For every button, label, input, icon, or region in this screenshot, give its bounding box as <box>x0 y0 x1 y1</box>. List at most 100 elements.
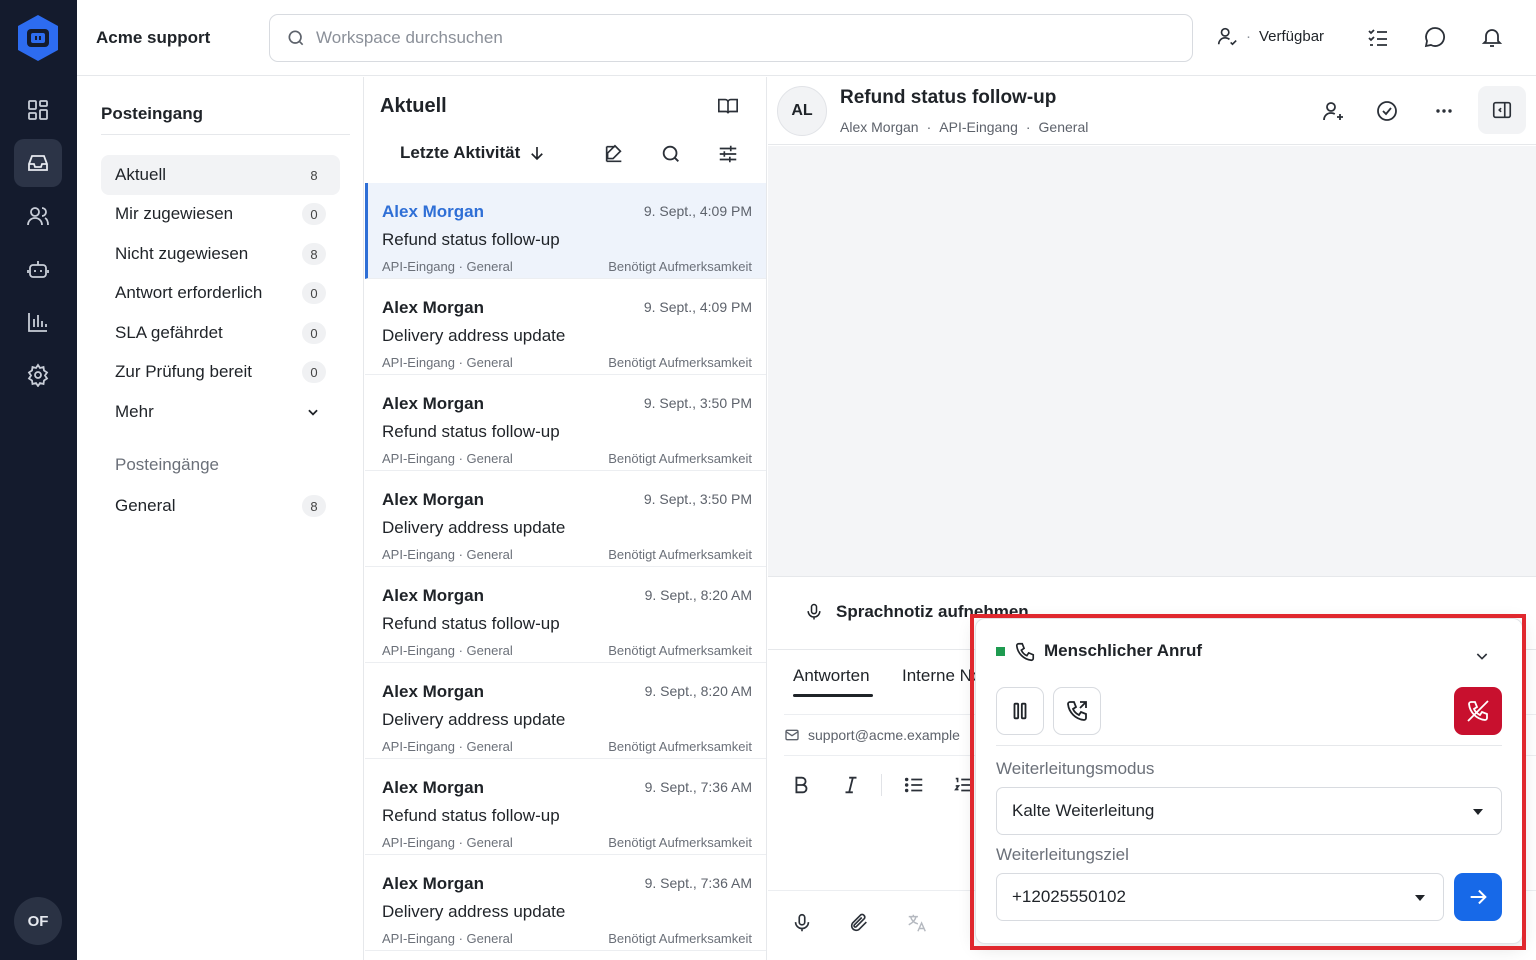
active-tab-indicator <box>793 694 873 697</box>
conversation-contact: Alex Morgan <box>382 586 485 605</box>
tasks-icon[interactable] <box>1366 25 1392 51</box>
call-status-indicator <box>996 647 1005 656</box>
bullet-list-icon[interactable] <box>903 774 925 796</box>
app-rail: OF <box>0 0 77 960</box>
filter-sliders-icon[interactable] <box>717 143 739 165</box>
conversation-subject: Delivery address update <box>382 902 566 921</box>
compose-icon[interactable] <box>603 143 625 165</box>
conversation-item[interactable]: Alex Morgan 9. Sept., 4:09 PM Delivery a… <box>365 279 766 375</box>
translate-icon[interactable] <box>906 912 928 934</box>
conversation-contact: Alex Morgan <box>382 874 485 893</box>
transfer-mode-select[interactable]: Kalte Weiterleitung <box>996 787 1502 835</box>
confirm-transfer-button[interactable] <box>1454 873 1502 921</box>
conversation-contact: Alex Morgan <box>382 490 485 509</box>
conversation-subject: Refund status follow-up <box>382 422 560 441</box>
conversation-item[interactable]: Alex Morgan 9. Sept., 8:20 AM Delivery a… <box>365 663 766 759</box>
pause-icon <box>1009 700 1031 722</box>
book-icon[interactable] <box>717 95 739 117</box>
transfer-call-button[interactable] <box>1053 687 1101 735</box>
conversation-item[interactable]: Alex Morgan 9. Sept., 8:20 AM Refund sta… <box>365 567 766 663</box>
message-thread <box>768 146 1536 577</box>
italic-icon[interactable] <box>840 774 862 796</box>
conversation-subject: Refund status follow-up <box>382 614 560 633</box>
conversation-time: 9. Sept., 4:09 PM <box>643 299 752 315</box>
conversation-subject: Refund status follow-up <box>382 230 560 249</box>
side-panel-toggle-icon[interactable] <box>1478 86 1526 134</box>
app-logo[interactable] <box>16 14 60 62</box>
conversation-meta: API-Eingang · General <box>382 931 513 946</box>
nav-item-more[interactable]: Mehr <box>101 392 340 432</box>
conversation-contact: Alex Morgan <box>382 778 485 797</box>
bold-icon[interactable] <box>790 774 812 796</box>
nav-item-ready-for-review[interactable]: Zur Prüfung bereit 0 <box>101 352 340 392</box>
conversation-item[interactable]: Alex Morgan 9. Sept., 7:36 AM Delivery a… <box>365 855 766 951</box>
hang-up-button[interactable] <box>1454 687 1502 735</box>
inbox-name: API-Eingang <box>939 119 1018 135</box>
contacts-icon[interactable] <box>14 192 62 240</box>
nav-item-label: Mehr <box>115 402 154 421</box>
inbox-nav: Posteingang Aktuell 8 Mir zugewiesen 0 N… <box>77 77 364 960</box>
inbox-icon[interactable] <box>14 139 62 187</box>
resolve-check-icon[interactable] <box>1375 99 1399 123</box>
conversation-tag: Benötigt Aufmerksamkeit <box>608 259 752 274</box>
nav-item-count: 0 <box>302 322 326 344</box>
search-input[interactable]: Workspace durchsuchen <box>269 14 1193 62</box>
nav-item-count: 0 <box>302 203 326 225</box>
search-icon[interactable] <box>660 143 682 165</box>
nav-item-unassigned[interactable]: Nicht zugewiesen 8 <box>101 234 340 274</box>
conversation-breadcrumb: Alex Morgan · API-Eingang · General <box>840 119 1088 135</box>
pause-call-button[interactable] <box>996 687 1044 735</box>
conversation-contact: Alex Morgan <box>382 202 485 221</box>
microphone-icon[interactable] <box>791 912 813 934</box>
more-options-icon[interactable] <box>1432 99 1456 123</box>
list-title: Aktuell <box>380 95 447 117</box>
nav-item-reply-needed[interactable]: Antwort erforderlich 0 <box>101 273 340 313</box>
conversation-tag: Benötigt Aufmerksamkeit <box>608 643 752 658</box>
conversation-tag: Benötigt Aufmerksamkeit <box>608 931 752 946</box>
arrow-down-icon <box>528 144 546 162</box>
nav-item-label: SLA gefährdet <box>115 323 223 342</box>
conversation-contact: Alex Morgan <box>382 298 485 317</box>
conversation-item[interactable]: Alex Morgan 9. Sept., 3:50 PM Delivery a… <box>365 471 766 567</box>
dashboard-icon[interactable] <box>14 86 62 134</box>
search-placeholder: Workspace durchsuchen <box>316 28 503 47</box>
contact-name[interactable]: Alex Morgan <box>840 119 919 135</box>
attachment-paperclip-icon[interactable] <box>848 912 870 934</box>
tab-reply[interactable]: Antworten <box>793 666 870 686</box>
sort-dropdown[interactable]: Letzte Aktivität <box>400 143 546 163</box>
numbered-list-icon[interactable] <box>953 774 975 796</box>
bot-icon[interactable] <box>14 245 62 293</box>
nav-item-sla-at-risk[interactable]: SLA gefährdet 0 <box>101 313 340 353</box>
conversation-item[interactable]: Alex Morgan 9. Sept., 7:36 AM Refund sta… <box>365 759 766 855</box>
conversation-list: Aktuell Letzte Aktivität Alex Morgan 9. … <box>365 77 767 960</box>
from-email: support@acme.example <box>808 727 960 743</box>
conversation-subject: Refund status follow-up <box>382 806 560 825</box>
conversation-item[interactable]: Alex Morgan 9. Sept., 3:50 PM Refund sta… <box>365 375 766 471</box>
availability-status[interactable]: · Verfügbar <box>1216 25 1324 47</box>
nav-inbox-general[interactable]: General 8 <box>101 486 340 526</box>
conversation-subject: Delivery address update <box>382 710 566 729</box>
notifications-bell-icon[interactable] <box>1480 25 1506 51</box>
user-avatar[interactable]: OF <box>14 897 62 945</box>
caret-down-icon <box>1473 809 1483 815</box>
phone-icon <box>1014 641 1036 663</box>
reports-icon[interactable] <box>14 298 62 346</box>
nav-item-assigned-to-me[interactable]: Mir zugewiesen 0 <box>101 194 340 234</box>
assign-user-icon[interactable] <box>1321 99 1345 123</box>
conversation-tag: Benötigt Aufmerksamkeit <box>608 835 752 850</box>
transfer-target-select[interactable]: +12025550102 <box>996 873 1444 921</box>
contact-avatar[interactable]: AL <box>777 86 827 136</box>
conversation-time: 9. Sept., 8:20 AM <box>644 683 752 699</box>
chat-icon[interactable] <box>1423 25 1449 51</box>
conversation-meta: API-Eingang · General <box>382 739 513 754</box>
settings-icon[interactable] <box>14 351 62 399</box>
nav-item-count: 8 <box>302 495 326 517</box>
call-widget: Menschlicher Anruf Weiterleitungsmodus K… <box>975 618 1523 944</box>
conversation-item[interactable]: Alex Morgan 9. Sept., 4:09 PM Refund sta… <box>365 183 766 279</box>
phone-off-icon <box>1466 699 1490 723</box>
team-name: General <box>1038 119 1089 135</box>
search-icon <box>286 28 306 48</box>
conversation-header: AL Refund status follow-up Alex Morgan ·… <box>768 77 1536 145</box>
chevron-down-icon[interactable] <box>1474 648 1490 664</box>
nav-item-aktuell[interactable]: Aktuell 8 <box>101 155 340 195</box>
